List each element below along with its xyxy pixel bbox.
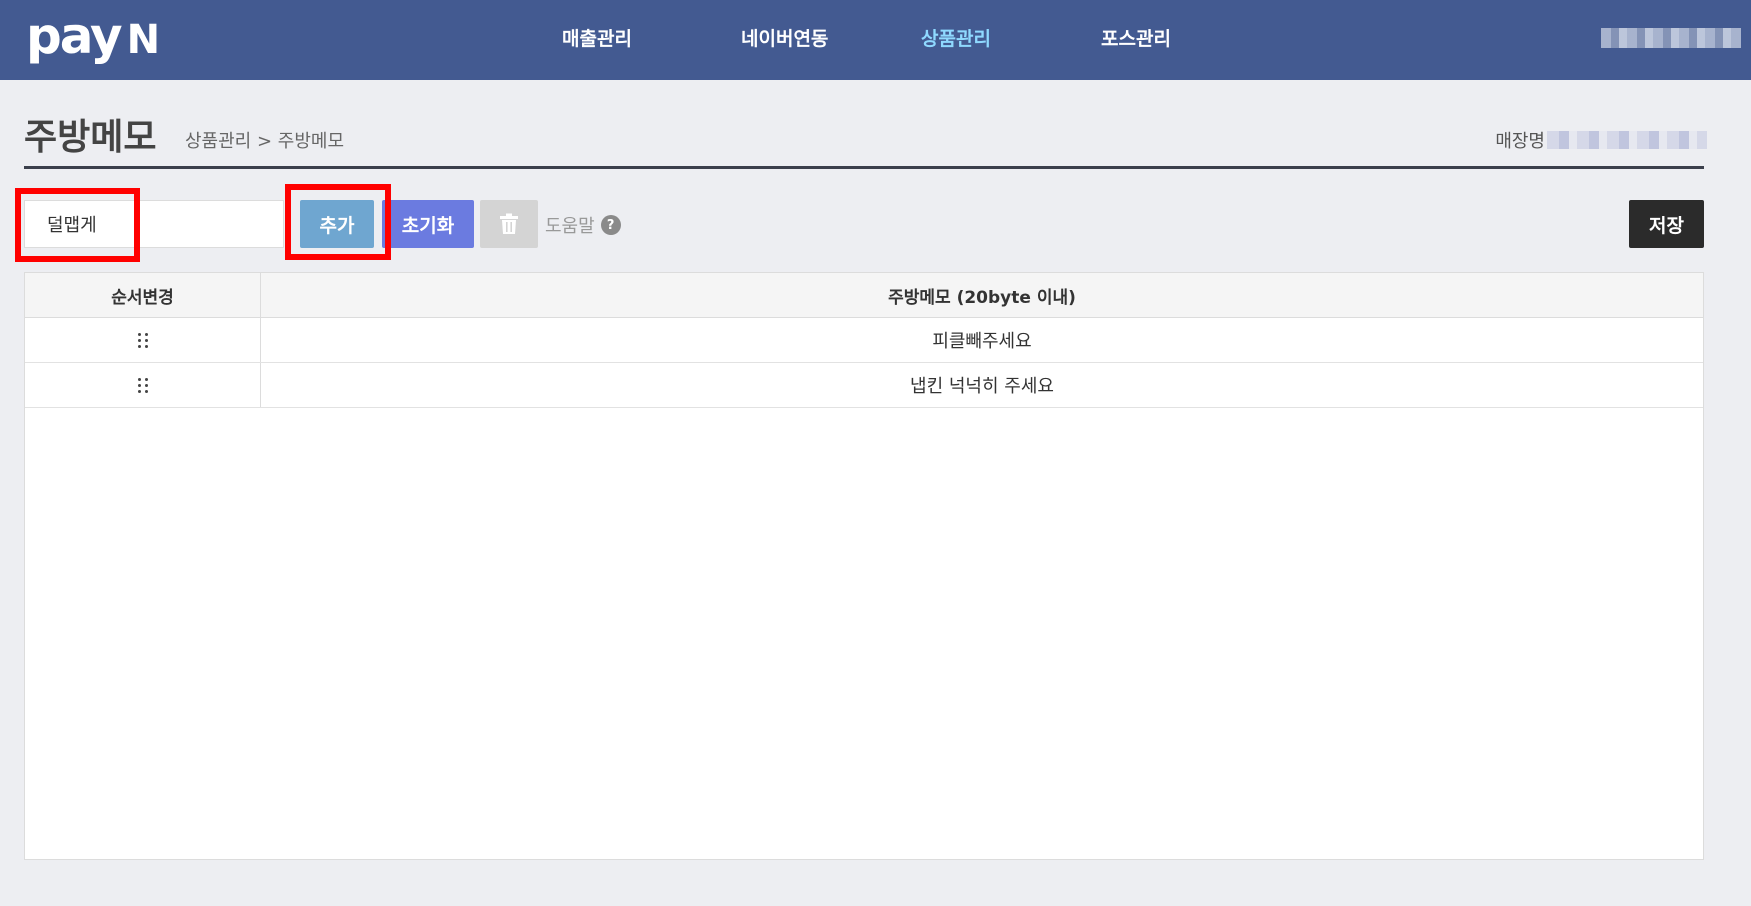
table-row[interactable]: 피클빼주세요 <box>25 318 1703 363</box>
trash-icon <box>500 213 518 234</box>
main-nav: 매출관리 네이버연동 상품관리 포스관리 <box>0 0 1751 72</box>
highlight-add-box <box>285 184 391 260</box>
delete-button[interactable] <box>480 200 538 248</box>
reset-button[interactable]: 초기화 <box>382 200 474 248</box>
help-label: 도움말 <box>545 216 595 237</box>
page-title: 주방메모 <box>24 117 157 158</box>
header-order: 순서변경 <box>25 273 261 317</box>
question-icon: ? <box>600 215 621 235</box>
store-name: 매장명 <box>1495 127 1707 153</box>
store-value-redacted <box>1547 131 1707 149</box>
nav-sales[interactable]: 매출관리 <box>562 24 632 51</box>
nav-pos[interactable]: 포스관리 <box>1101 24 1171 51</box>
highlight-input-box <box>15 188 140 262</box>
store-label: 매장명 <box>1495 131 1545 152</box>
drag-cell <box>25 363 261 407</box>
memo-cell[interactable]: 냅킨 넉넉히 주세요 <box>261 363 1703 407</box>
top-bar: pay N 매출관리 네이버연동 상품관리 포스관리 <box>0 0 1751 80</box>
table-row[interactable]: 냅킨 넉넉히 주세요 <box>25 363 1703 408</box>
drag-cell <box>25 318 261 362</box>
memo-cell[interactable]: 피클빼주세요 <box>261 318 1703 362</box>
nav-products[interactable]: 상품관리 <box>921 24 991 51</box>
drag-handle-icon[interactable] <box>137 332 148 348</box>
drag-handle-icon[interactable] <box>137 377 148 393</box>
nav-naver[interactable]: 네이버연동 <box>741 24 828 51</box>
help-link[interactable]: 도움말 ? <box>545 212 621 238</box>
title-divider <box>24 166 1704 169</box>
memo-table: 순서변경 주방메모 (20byte 이내) 피클빼주세요 냅킨 넉넉히 주세요 <box>24 272 1704 860</box>
table-header: 순서변경 주방메모 (20byte 이내) <box>25 273 1703 318</box>
save-button[interactable]: 저장 <box>1629 200 1704 248</box>
header-memo: 주방메모 (20byte 이내) <box>888 287 1076 308</box>
breadcrumb: 상품관리 > 주방메모 <box>185 131 345 152</box>
user-info-redacted[interactable] <box>1601 28 1741 48</box>
